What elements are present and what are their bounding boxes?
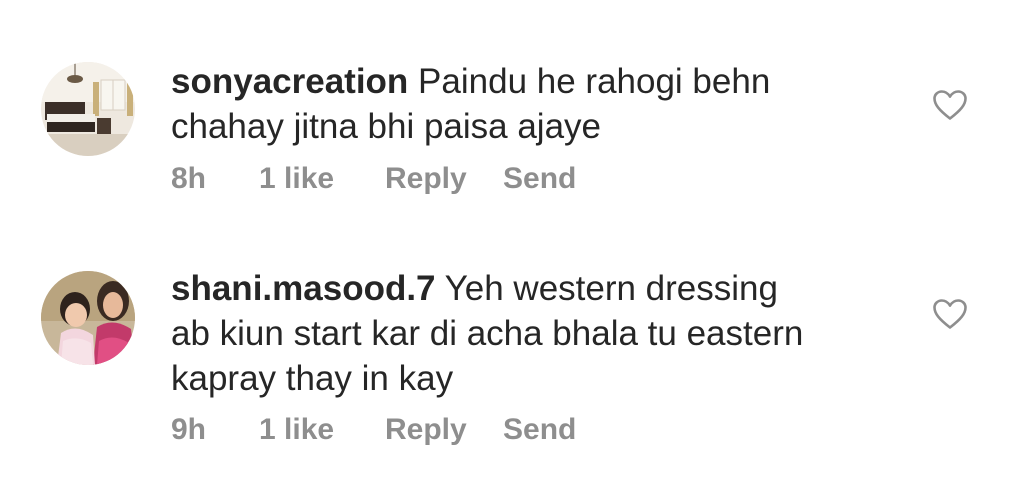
mother-child-photo-avatar xyxy=(41,271,135,365)
comment-username[interactable]: sonyacreation xyxy=(171,62,408,101)
reply-button[interactable]: Reply xyxy=(385,413,503,447)
comment-text-line: kapray thay in kay xyxy=(171,359,454,398)
avatar[interactable] xyxy=(41,62,135,156)
comment-text: shani.masood.7 Yeh western dressing ab k… xyxy=(171,266,871,401)
comment-username[interactable]: shani.masood.7 xyxy=(171,269,436,308)
bedroom-photo-avatar xyxy=(41,62,135,156)
avatar[interactable] xyxy=(41,271,135,365)
comment-text-line: Paindu he rahogi behn xyxy=(418,62,771,101)
heart-outline-icon[interactable] xyxy=(932,89,968,121)
comment-like-count[interactable]: 1 like xyxy=(259,413,385,447)
comment-timestamp: 9h xyxy=(171,413,207,446)
heart-outline-icon[interactable] xyxy=(932,298,968,330)
comment-text-line: ab kiun start kar di acha bhala tu easte… xyxy=(171,314,804,353)
comments-list: sonyacreation Paindu he rahogi behn chah… xyxy=(0,0,1024,489)
comment-meta: 8h 1 like Reply Send xyxy=(171,162,576,196)
comment-timestamp: 8h xyxy=(171,162,207,195)
send-button[interactable]: Send xyxy=(503,413,576,447)
send-button[interactable]: Send xyxy=(503,162,576,196)
comment-text: sonyacreation Paindu he rahogi behn chah… xyxy=(171,59,871,149)
comment-text-line: chahay jitna bhi paisa ajaye xyxy=(171,107,602,146)
reply-button[interactable]: Reply xyxy=(385,162,503,196)
comment-text-line: Yeh western dressing xyxy=(444,269,778,308)
comment-meta: 9h 1 like Reply Send xyxy=(171,413,576,447)
comment-like-count[interactable]: 1 like xyxy=(259,162,385,196)
